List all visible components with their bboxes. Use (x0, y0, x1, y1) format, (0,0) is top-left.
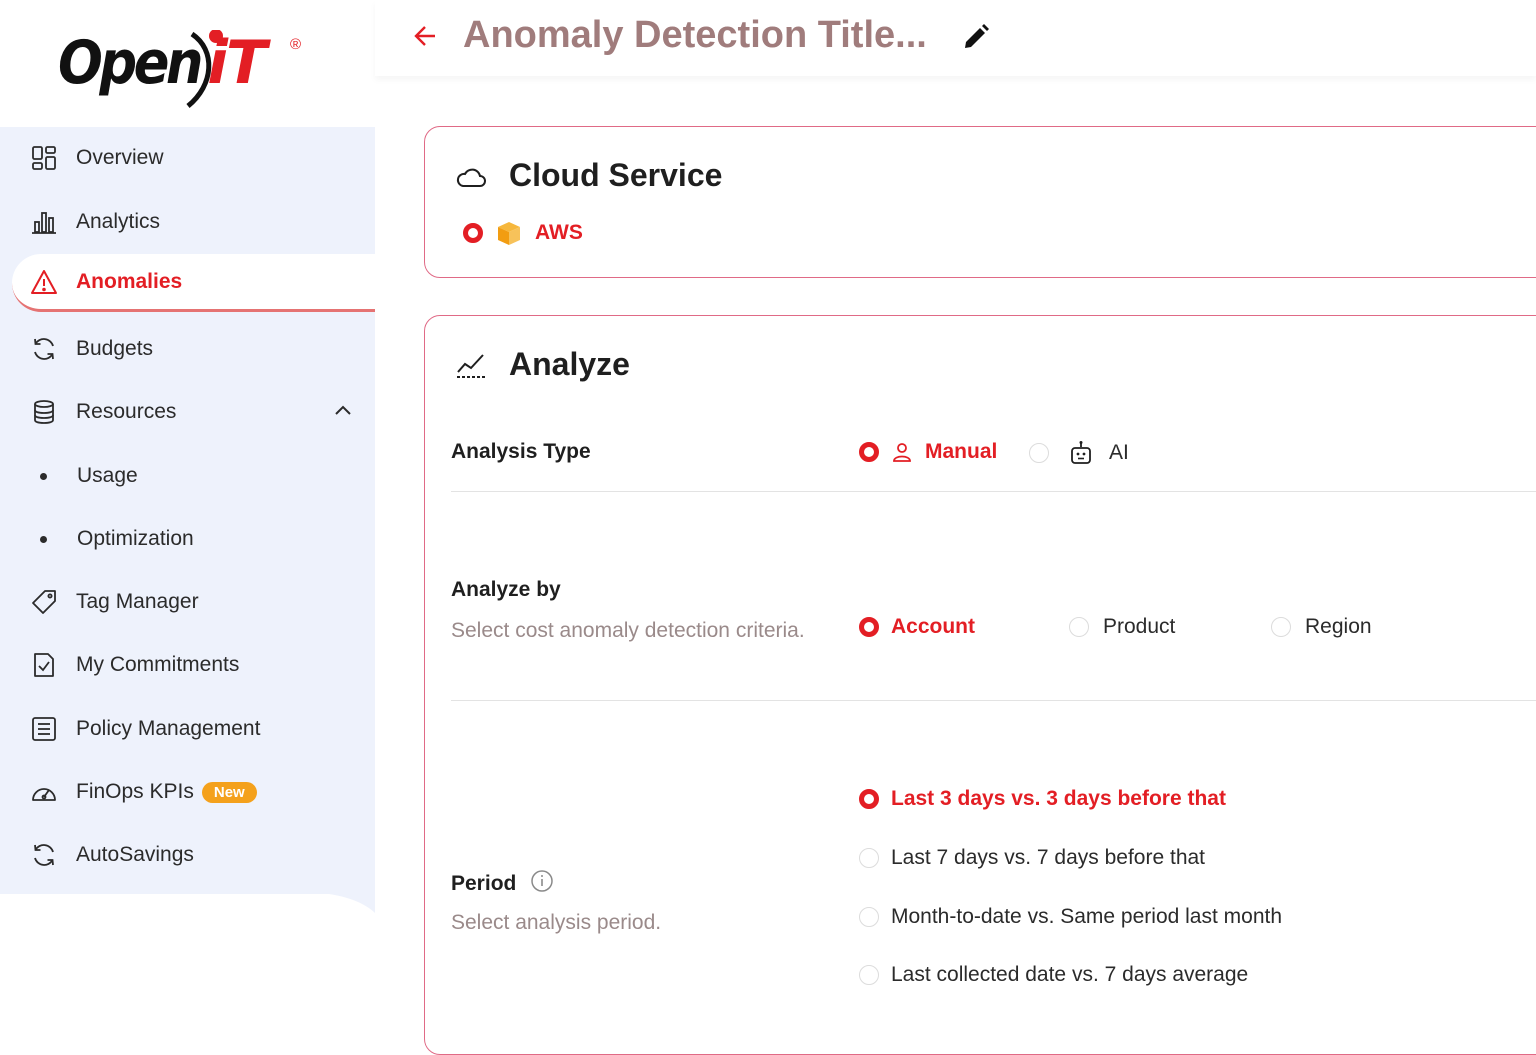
sidebar-item-analytics[interactable]: Analytics (0, 193, 375, 251)
warning-icon (30, 268, 58, 296)
sidebar-item-label: Budgets (76, 337, 154, 360)
period-radio-4[interactable] (859, 965, 879, 985)
sidebar-item-label: Usage (77, 464, 138, 487)
divider (451, 491, 1536, 492)
sidebar-subitem-optimization[interactable]: Optimization (0, 510, 375, 568)
period-option-2[interactable]: Last 7 days vs. 7 days before that (859, 846, 1205, 870)
sidebar-item-anomalies[interactable]: Anomalies (12, 254, 375, 312)
sidebar-item-label: My Commitments (76, 653, 240, 676)
sidebar-item-label: Policy Management (76, 717, 261, 740)
user-icon (893, 443, 911, 462)
page-header: Anomaly Detection Title... (375, 0, 1536, 76)
aws-radio[interactable] (463, 223, 483, 243)
trend-chart-icon (457, 354, 485, 378)
logo-swoosh-icon (186, 30, 223, 108)
sidebar-item-label: FinOps KPIs (76, 780, 194, 803)
aws-option[interactable]: AWS (463, 219, 583, 247)
robot-icon (1071, 441, 1091, 464)
analysis-type-label: Analysis Type (451, 440, 591, 463)
analysis-type-ai[interactable]: AI (1029, 440, 1129, 466)
registered-mark: ® (290, 36, 302, 53)
analyze-card: Analyze Analysis Type Manual AI Analyze … (424, 315, 1536, 1055)
sidebar-item-tag-manager[interactable]: Tag Manager (0, 573, 375, 631)
chevron-up-icon[interactable] (333, 403, 353, 417)
period-option-label: Last collected date vs. 7 days average (891, 963, 1249, 986)
sidebar-item-label: Resources (76, 400, 177, 423)
page-title: Anomaly Detection Title... (463, 14, 927, 56)
analyze-by-product[interactable]: Product (1069, 615, 1175, 639)
cloud-service-card: Cloud Service AWS (424, 126, 1536, 278)
period-label-row: Period (451, 869, 554, 896)
sidebar-item-resources[interactable]: Resources (0, 383, 375, 441)
cloud-icon (456, 168, 486, 187)
refresh-icon (30, 841, 58, 869)
sidebar-item-overview[interactable]: Overview (0, 129, 375, 187)
ai-radio[interactable] (1029, 443, 1049, 463)
period-radio-1[interactable] (859, 789, 879, 809)
bullet (40, 535, 47, 543)
aws-label: AWS (535, 221, 583, 244)
sidebar-item-label: AutoSavings (76, 843, 194, 866)
analyze-title: Analyze (509, 346, 630, 382)
sidebar-item-policy-management[interactable]: Policy Management (0, 700, 375, 758)
period-option-3[interactable]: Month-to-date vs. Same period last month (859, 905, 1282, 929)
product-radio[interactable] (1069, 617, 1089, 637)
sidebar-nav: Overview Analytics Anomalies Budgets Res… (0, 127, 375, 894)
refresh-icon (30, 335, 58, 363)
account-label: Account (891, 615, 975, 638)
period-option-label: Last 3 days vs. 3 days before that (891, 787, 1226, 810)
info-icon[interactable] (530, 869, 554, 893)
analyze-by-account[interactable]: Account (859, 615, 975, 639)
analyze-by-region[interactable]: Region (1271, 615, 1372, 639)
sidebar-item-label: Optimization (77, 527, 194, 550)
check-document-icon (30, 651, 58, 679)
period-radio-3[interactable] (859, 907, 879, 927)
sidebar-item-finops-kpis[interactable]: FinOps KPIs New (0, 763, 375, 821)
aws-box-icon (498, 222, 520, 245)
product-label: Product (1103, 615, 1176, 638)
new-badge: New (201, 781, 257, 803)
database-icon (30, 398, 58, 426)
analyze-by-description: Select cost anomaly detection criteria. (451, 619, 805, 642)
analyze-by-label: Analyze by (451, 578, 561, 601)
period-label: Period (451, 872, 517, 895)
arrow-left-icon[interactable] (413, 24, 439, 48)
region-label: Region (1305, 615, 1372, 638)
period-option-label: Month-to-date vs. Same period last month (891, 905, 1283, 928)
divider (451, 700, 1536, 701)
ai-label: AI (1109, 441, 1129, 464)
account-radio[interactable] (859, 617, 879, 637)
sidebar-item-my-commitments[interactable]: My Commitments (0, 636, 375, 694)
list-document-icon (30, 715, 58, 743)
tag-icon (30, 588, 58, 616)
sidebar-subitem-usage[interactable]: Usage (0, 447, 375, 505)
bar-chart-icon (30, 208, 58, 236)
manual-label: Manual (925, 440, 998, 463)
sidebar-item-budgets[interactable]: Budgets (0, 320, 375, 378)
manual-radio[interactable] (859, 442, 879, 462)
sidebar-item-label: Tag Manager (76, 590, 199, 613)
sidebar: Open iT ® Overview Analytics Anomalies B… (0, 0, 375, 1024)
period-description: Select analysis period. (451, 911, 662, 934)
period-radio-2[interactable] (859, 848, 879, 868)
period-option-4[interactable]: Last collected date vs. 7 days average (859, 963, 1248, 987)
openit-logo[interactable]: Open iT (58, 20, 267, 110)
region-radio[interactable] (1271, 617, 1291, 637)
cloud-service-title: Cloud Service (509, 157, 723, 193)
logo-text-open: Open (58, 28, 204, 98)
analysis-type-manual[interactable]: Manual (859, 440, 997, 464)
sidebar-item-autosavings[interactable]: AutoSavings (0, 826, 375, 884)
grid-icon (30, 144, 58, 172)
sidebar-curve (0, 893, 375, 913)
pencil-icon[interactable] (961, 22, 991, 52)
sidebar-item-label: Analytics (76, 210, 161, 233)
sidebar-item-label: Anomalies (76, 269, 183, 293)
bullet (40, 472, 47, 480)
period-option-label: Last 7 days vs. 7 days before that (891, 846, 1206, 869)
period-option-1[interactable]: Last 3 days vs. 3 days before that (859, 787, 1226, 811)
sidebar-item-label: Overview (76, 146, 164, 169)
gauge-icon (30, 778, 58, 806)
